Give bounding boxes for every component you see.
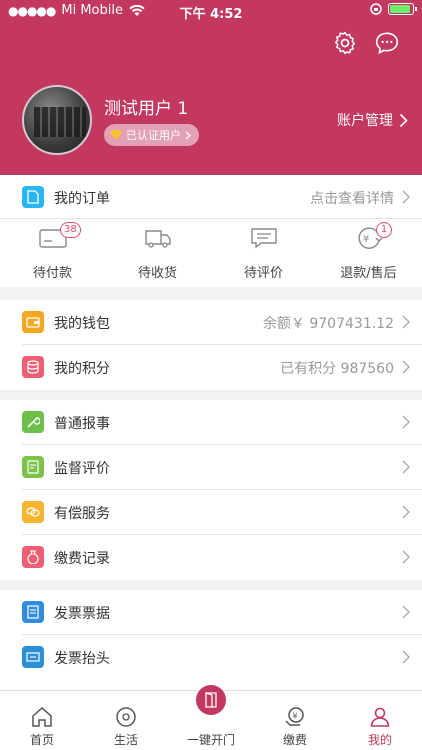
menu-item-report[interactable]: 普通报事 (0, 400, 422, 444)
comment-icon (251, 228, 277, 249)
account-management-link[interactable]: 账户管理 (337, 110, 408, 130)
wallet-row[interactable]: 我的钱包 余额￥ 9707431.12 (0, 300, 422, 344)
tab-label: 生活 (113, 733, 138, 747)
menu-item-label: 发票抬头 (54, 651, 110, 667)
status-time: 下午 4:52 (179, 7, 243, 22)
chevron-right-icon (402, 460, 410, 474)
points-row[interactable]: 我的积分 已有积分 987560 (0, 345, 422, 389)
menu-item-invoices[interactable]: 发票票据 (0, 590, 422, 634)
username: 测试用户 1 (104, 99, 189, 119)
tab-label: 我的 (367, 733, 392, 747)
menu-item-invoice-title[interactable]: 发票抬头 (0, 635, 422, 679)
life-icon (116, 707, 136, 727)
menu-item-paid-service[interactable]: 有偿服务 (0, 490, 422, 534)
wallet-balance: 余额￥ 9707431.12 (262, 316, 394, 332)
menu-item-label: 普通报事 (54, 416, 110, 432)
chevron-right-icon (185, 131, 191, 139)
status-bar: ●●●●● Mi Mobile 下午 4:52 (0, 0, 422, 22)
chevron-right-icon (399, 113, 408, 127)
rotation-lock-icon (370, 3, 382, 15)
truck-icon (145, 230, 171, 248)
order-status-pending-review[interactable]: 待评价 (211, 218, 316, 284)
diamond-icon (110, 130, 122, 140)
order-icon (22, 186, 44, 208)
chevron-right-icon (402, 550, 410, 564)
chevron-right-icon (402, 505, 410, 519)
payment-record-icon (22, 546, 44, 568)
chevron-right-icon (402, 605, 410, 619)
orders-card: 我的订单 点击查看详情 38 待付款 待收货 待评价 ¥ 1 退款/售后 (0, 175, 422, 287)
menu-item-label: 缴费记录 (54, 551, 110, 567)
invoice-icon (22, 601, 44, 623)
invoice-menu: 发票票据 发票抬头 (0, 590, 422, 690)
service-icon (22, 501, 44, 523)
pending-payment-badge: 38 (60, 222, 81, 238)
chevron-right-icon (402, 360, 410, 374)
door-icon (196, 685, 226, 715)
menu-item-review[interactable]: 监督评价 (0, 445, 422, 489)
order-status-label: 待评价 (243, 266, 283, 281)
chevron-right-icon (402, 415, 410, 429)
tab-bar: 首页 生活 一键开门 ¥ 缴费 我的 (0, 685, 422, 750)
orders-row[interactable]: 我的订单 点击查看详情 (0, 175, 422, 219)
battery-icon (388, 3, 417, 15)
avatar[interactable] (22, 85, 92, 155)
profile-header: ●●●●● Mi Mobile 下午 4:52 测试用户 1 已认证用户 账户管… (0, 0, 422, 175)
review-icon (22, 456, 44, 478)
wallet-label: 我的钱包 (54, 316, 110, 332)
orders-detail-link[interactable]: 点击查看详情 (310, 188, 394, 208)
home-icon (32, 706, 52, 727)
order-status-refund[interactable]: ¥ 1 退款/售后 (316, 218, 421, 284)
account-management-label: 账户管理 (337, 113, 393, 129)
menu-item-label: 有偿服务 (54, 506, 110, 522)
verified-label: 已认证用户 (126, 129, 181, 142)
assets-card: 我的钱包 余额￥ 9707431.12 我的积分 已有积分 987560 (0, 300, 422, 390)
points-value: 已有积分 987560 (280, 361, 394, 377)
chevron-right-icon (402, 650, 410, 664)
refund-badge: 1 (376, 222, 392, 238)
order-status-label: 退款/售后 (340, 266, 397, 281)
tab-label: 一键开门 (186, 733, 235, 747)
points-icon (22, 356, 44, 378)
order-status-pending-delivery[interactable]: 待收货 (105, 218, 210, 284)
order-status-label: 待付款 (32, 266, 72, 281)
order-status-pending-payment[interactable]: 38 待付款 (0, 218, 105, 284)
tab-label: 缴费 (282, 733, 307, 747)
order-status-bar: 38 待付款 待收货 待评价 ¥ 1 退款/售后 (0, 218, 422, 284)
message-icon[interactable] (374, 30, 400, 56)
menu-item-label: 发票票据 (54, 606, 110, 622)
tab-label: 首页 (29, 733, 54, 747)
settings-icon[interactable] (332, 30, 358, 56)
chevron-right-icon (402, 315, 410, 329)
orders-title: 我的订单 (54, 191, 110, 207)
pay-icon: ¥ (285, 707, 304, 726)
tab-profile[interactable]: 我的 (338, 691, 422, 750)
wrench-icon (22, 411, 44, 433)
tab-home[interactable]: 首页 (0, 691, 84, 750)
svg-text:¥: ¥ (293, 712, 298, 721)
profile-icon (370, 707, 390, 727)
verified-badge: 已认证用户 (104, 124, 199, 146)
tab-pay[interactable]: ¥ 缴费 (253, 691, 337, 750)
invoice-title-icon (22, 646, 44, 668)
tab-life[interactable]: 生活 (84, 691, 168, 750)
tab-open-door[interactable]: 一键开门 (169, 685, 253, 750)
points-label: 我的积分 (54, 361, 110, 377)
service-menu: 普通报事 监督评价 有偿服务 缴费记录 (0, 400, 422, 580)
order-status-label: 待收货 (137, 266, 177, 281)
svg-text:¥: ¥ (363, 234, 369, 245)
wallet-icon (22, 311, 44, 333)
menu-item-label: 监督评价 (54, 461, 110, 477)
chevron-right-icon (402, 190, 410, 204)
menu-item-payment-records[interactable]: 缴费记录 (0, 535, 422, 579)
